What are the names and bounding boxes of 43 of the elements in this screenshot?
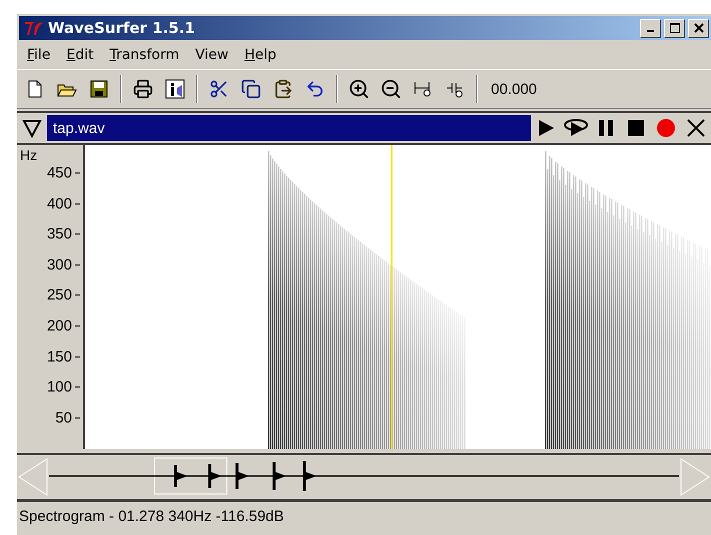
undo-icon — [305, 79, 325, 99]
axis-tick-label: 250 — [46, 286, 80, 304]
waveform-overview-drawing[interactable] — [49, 457, 679, 497]
track-title: tap.wav — [47, 115, 531, 141]
copy-icon — [241, 79, 261, 99]
play-icon — [536, 118, 556, 138]
menu-item[interactable]: Transform — [102, 45, 188, 65]
close-button[interactable] — [688, 18, 709, 38]
close-icon — [687, 119, 705, 137]
triangle-icon — [22, 118, 42, 138]
menu-item[interactable]: Edit — [58, 45, 102, 65]
feather-icon — [23, 19, 45, 37]
maximize-icon — [670, 23, 680, 33]
info-speaker-icon — [165, 79, 185, 99]
axis-tick-label: 300 — [46, 256, 80, 274]
maximize-button[interactable] — [664, 18, 685, 38]
record-icon — [656, 118, 676, 138]
zoom-in-icon — [348, 78, 370, 100]
axis-tick-label: 150 — [46, 348, 80, 366]
menu-item[interactable]: Help — [236, 45, 284, 65]
time-readout: 00.000 — [491, 80, 537, 98]
scissors-icon — [209, 79, 229, 99]
stop-icon — [627, 119, 645, 137]
loop-play-icon — [563, 118, 589, 138]
menu-item[interactable]: View — [187, 45, 236, 65]
printer-icon — [133, 79, 153, 99]
time-scrollbar[interactable] — [17, 453, 711, 502]
axis-tick-label: 100 — [46, 378, 80, 396]
zoom-range-icon — [413, 79, 433, 99]
window-title: WaveSurfer 1.5.1 — [48, 19, 196, 37]
minimize-button[interactable] — [640, 18, 661, 38]
pause-icon — [597, 119, 615, 137]
axis-tick-label: 450 — [46, 164, 80, 182]
clipboard-icon — [273, 79, 293, 99]
close-icon — [694, 23, 704, 33]
axis-unit: Hz — [20, 147, 38, 163]
axis-tick-label: 400 — [46, 195, 80, 212]
axis-tick-label: 200 — [46, 318, 80, 334]
status-text: Spectrogram - 01.278 340Hz -116.59dB — [19, 508, 284, 525]
axis-tick-label: 350 — [46, 226, 80, 243]
axis-tick-label: 50 — [55, 409, 80, 426]
zoom-out-icon — [380, 78, 402, 100]
menu-item[interactable]: File — [19, 45, 58, 65]
